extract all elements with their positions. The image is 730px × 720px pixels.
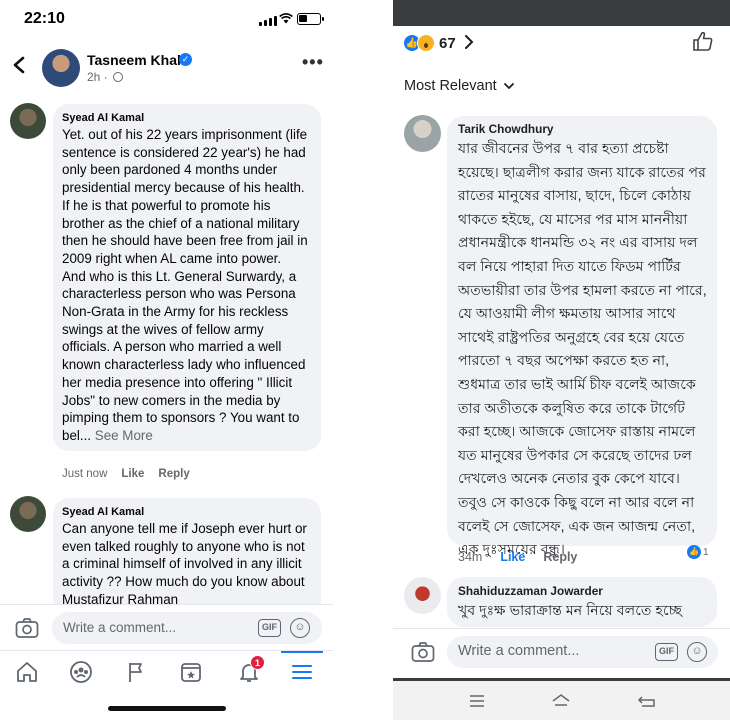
comment-placeholder: Write a comment... [63,620,177,635]
comment-placeholder: Write a comment... [458,643,580,659]
post-time: 2h · [87,70,108,84]
comment-text: Yet. out of his 22 years imprisonment (l… [62,126,311,445]
author-avatar[interactable] [42,49,80,87]
camera-icon[interactable] [15,617,39,639]
more-options-icon[interactable]: ••• [302,52,324,73]
emoji-icon[interactable]: ☺ [687,642,707,662]
camera-icon[interactable] [411,641,435,663]
screenshot-pair: 22:10 Tasneem Khalil ✓ 2h · ••• Syead Al… [0,0,730,720]
battery-icon [297,13,324,25]
commenter-avatar[interactable] [404,577,441,614]
like-button[interactable]: Like [121,468,144,480]
comment-input[interactable]: Write a comment... GIF ☺ [52,612,322,644]
reply-button[interactable]: Reply [158,468,189,480]
recent-apps-icon[interactable] [467,691,487,711]
verified-badge-icon: ✓ [179,53,192,66]
gif-button[interactable]: GIF [655,643,678,661]
post-header: Tasneem Khalil ✓ 2h · ••• [0,40,333,96]
left-phone-screen: 22:10 Tasneem Khalil ✓ 2h · ••• Syead Al… [0,0,333,720]
comment-text: খুব দুঃক্ষ ভারাক্রান্ত মন নিয়ে বলতে হচ্… [458,603,683,619]
ios-status-bar: 22:10 [0,0,333,40]
comment-text: যার জীবনের উপর ৭ বার হত্যা প্রচেষ্টা হয়… [458,141,707,559]
comment-body: Yet. out of his 22 years imprisonment (l… [62,127,308,443]
comment-reaction-count: 1 [703,546,709,558]
commenter-name[interactable]: Syead Al Kamal [62,506,311,518]
android-status-bar [393,0,730,26]
back-nav-icon[interactable] [637,691,657,711]
comment-actions: 34m Like Reply [458,550,577,564]
comment-actions: Just now Like Reply [62,468,190,480]
commenter-name[interactable]: Syead Al Kamal [62,112,311,124]
like-thumb-icon[interactable] [692,30,714,52]
author-name[interactable]: Tasneem Khalil [87,52,189,68]
like-reaction-icon: 👍 [687,545,701,559]
reaction-count: 67 [439,34,456,52]
home-nav-icon[interactable] [551,691,571,711]
wifi-icon [279,12,293,27]
like-button[interactable]: Like [500,550,525,564]
comment-input[interactable]: Write a comment... GIF ☺ [447,636,718,668]
sort-label: Most Relevant [404,78,497,94]
comment-composer: Write a comment... GIF ☺ [393,628,730,674]
comment-bubble: Shahiduzzaman Jowarder খুব দুঃক্ষ ভারাক্… [447,577,717,627]
sort-dropdown[interactable]: Most Relevant [404,78,514,94]
globe-icon [113,72,124,82]
signal-icon [259,14,277,26]
post-meta: 2h · [87,70,124,84]
bottom-tab-bar: 1 [0,650,333,692]
commenter-avatar[interactable] [404,115,441,152]
comment-bubble: Syead Al Kamal Yet. out of his 22 years … [53,104,321,451]
gif-button[interactable]: GIF [258,619,281,637]
active-tab-indicator [281,651,323,653]
android-nav-bar [393,678,730,720]
comment-text: Can anyone tell me if Joseph ever hurt o… [62,521,307,607]
pages-flag-icon[interactable] [121,657,151,687]
wow-reaction-icon [417,34,435,52]
commenter-name[interactable]: Shahiduzzaman Jowarder [458,584,707,598]
see-more-link[interactable]: See More [95,428,153,443]
commenter-name[interactable]: Tarik Chowdhury [458,122,707,136]
chevron-down-icon [501,81,514,93]
comment-composer: Write a comment... GIF ☺ [0,604,333,650]
marketplace-icon[interactable] [176,657,206,687]
comment-bubble: Tarik Chowdhury যার জীবনের উপর ৭ বার হত্… [447,116,717,558]
notifications-bell-icon[interactable]: 1 [234,655,265,687]
comment-bubble: Syead Al Kamal Can anyone tell me if Jos… [53,498,321,618]
menu-icon[interactable] [287,657,317,687]
comment-reactions[interactable]: 👍 1 [687,545,709,559]
comment-time: 34m [458,550,483,564]
groups-icon[interactable] [66,657,96,687]
emoji-icon[interactable]: ☺ [290,618,310,638]
chevron-right-icon [464,33,474,54]
home-icon[interactable] [12,657,42,687]
comment-time: Just now [62,468,108,480]
right-phone-screen: 👍 67 Most Relevant Tarik Chowdhury যার জ… [393,0,730,720]
commenter-avatar[interactable] [10,496,46,532]
status-time: 22:10 [24,10,65,27]
commenter-avatar[interactable] [10,103,46,139]
notification-badge: 1 [250,655,265,670]
reply-button[interactable]: Reply [543,550,577,564]
back-arrow-icon[interactable] [12,54,26,80]
post-reactions[interactable]: 👍 67 [403,32,474,54]
home-indicator[interactable] [108,706,226,711]
